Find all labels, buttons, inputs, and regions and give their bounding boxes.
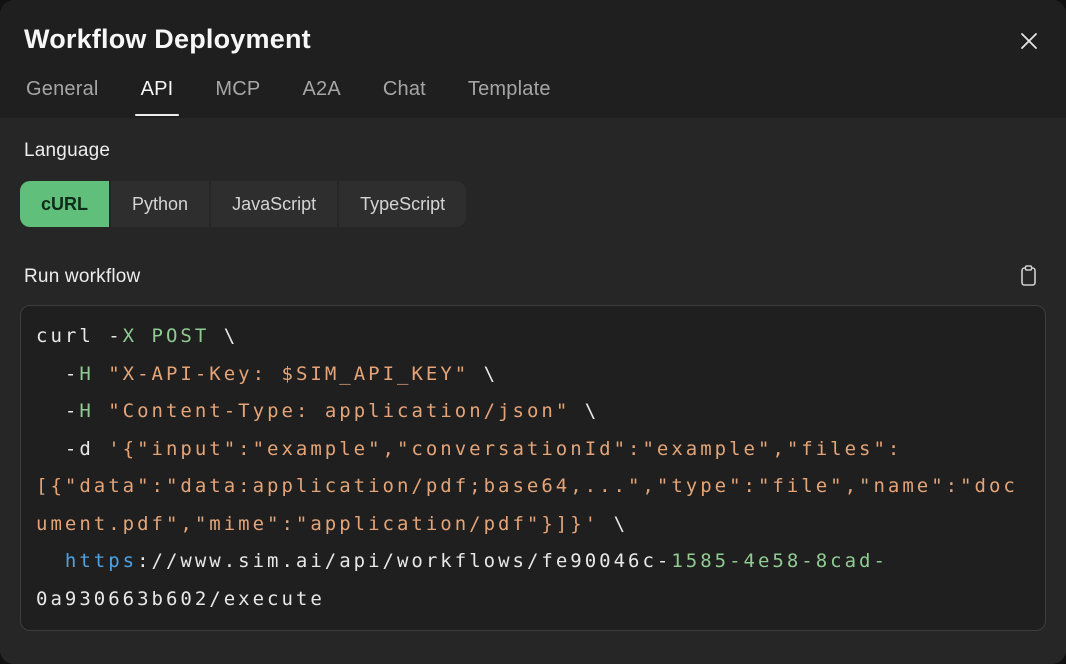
tab-template[interactable]: Template xyxy=(466,74,553,118)
code-token: \ xyxy=(209,325,238,347)
code-token: X POST xyxy=(123,325,210,347)
dialog-header: Workflow Deployment General API MCP A2A Chat… xyxy=(0,0,1066,118)
code-token xyxy=(94,400,108,422)
code-token xyxy=(36,550,65,572)
code-token: [{"data":"data:application/pdf;base64,..… xyxy=(36,475,1018,497)
language-option-python[interactable]: Python xyxy=(111,181,209,227)
code-token: curl - xyxy=(36,325,123,347)
run-workflow-label: Run workflow xyxy=(24,266,140,288)
tab-bar: General API MCP A2A Chat Template xyxy=(24,74,1042,118)
code-token: 1585-4e58-8cad- xyxy=(671,550,888,572)
workflow-deployment-dialog: Workflow Deployment General API MCP A2A Chat… xyxy=(0,0,1066,664)
code-token: ://www.sim.ai/api/workflows/fe90046c- xyxy=(137,550,671,572)
code-token: \ xyxy=(599,513,628,535)
title-row: Workflow Deployment xyxy=(24,22,1042,58)
code-token: '{"input":"example","conversationId":"ex… xyxy=(108,438,902,460)
language-label: Language xyxy=(24,140,1046,162)
code-token: "Content-Type: application/json" xyxy=(108,400,570,422)
curl-command-code: curl -X POST \ -H "X-API-Key: $SIM_API_K… xyxy=(36,318,1030,618)
dialog-content: Language cURLPythonJavaScriptTypeScript … xyxy=(0,118,1066,664)
code-token: H xyxy=(79,400,93,422)
clipboard-icon xyxy=(1018,264,1039,291)
tab-mcp[interactable]: MCP xyxy=(213,74,262,118)
language-option-javascript[interactable]: JavaScript xyxy=(211,181,337,227)
tab-a2a[interactable]: A2A xyxy=(300,74,342,118)
run-workflow-row: Run workflow xyxy=(20,263,1046,291)
copy-button[interactable] xyxy=(1012,263,1044,291)
code-token: - xyxy=(36,400,79,422)
code-token: \ xyxy=(570,400,599,422)
code-block[interactable]: curl -X POST \ -H "X-API-Key: $SIM_API_K… xyxy=(20,305,1046,631)
dialog-title: Workflow Deployment xyxy=(24,22,311,55)
code-token: -d xyxy=(36,438,108,460)
tab-general[interactable]: General xyxy=(24,74,101,118)
code-token: 0a930663b602/execute xyxy=(36,588,325,610)
close-button[interactable] xyxy=(1012,24,1046,58)
language-segmented-control: cURLPythonJavaScriptTypeScript xyxy=(20,181,466,227)
code-token: https xyxy=(65,550,137,572)
code-token: - xyxy=(36,363,79,385)
language-option-typescript[interactable]: TypeScript xyxy=(339,181,466,227)
code-token: ument.pdf","mime":"application/pdf"}]}' xyxy=(36,513,599,535)
close-icon xyxy=(1018,30,1040,52)
tab-api[interactable]: API xyxy=(139,74,176,118)
code-token: "X-API-Key: $SIM_API_KEY" xyxy=(108,363,469,385)
code-token: H xyxy=(79,363,93,385)
code-token xyxy=(94,363,108,385)
tab-chat[interactable]: Chat xyxy=(381,74,428,118)
language-option-curl[interactable]: cURL xyxy=(20,181,109,227)
code-token: \ xyxy=(469,363,498,385)
